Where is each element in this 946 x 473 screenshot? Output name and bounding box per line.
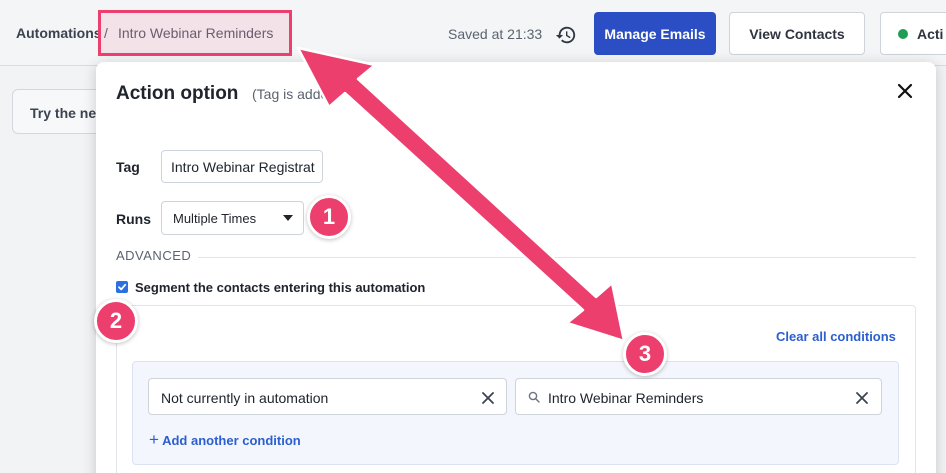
history-icon[interactable]: [555, 24, 577, 46]
add-another-condition-link[interactable]: + Add another condition: [149, 430, 301, 450]
saved-status: Saved at 21:33: [448, 26, 543, 42]
breadcrumb-root[interactable]: Automations: [16, 25, 102, 41]
condition-value-text: Intro Webinar Reminders: [548, 390, 704, 406]
plus-icon: +: [149, 430, 159, 449]
runs-label: Runs: [116, 211, 151, 227]
manage-emails-button[interactable]: Manage Emails: [594, 12, 716, 55]
advanced-heading: ADVANCED: [116, 248, 192, 263]
step-badge-1: 1: [307, 195, 351, 239]
view-contacts-button[interactable]: View Contacts: [729, 12, 865, 55]
active-status-button[interactable]: Acti: [880, 12, 946, 55]
status-dot-icon: [898, 29, 908, 39]
chevron-down-icon: [283, 215, 293, 221]
tag-label: Tag: [116, 159, 140, 175]
clear-field-icon[interactable]: [481, 391, 495, 405]
clear-value-icon[interactable]: [855, 391, 869, 405]
step-badge-2: 2: [94, 299, 138, 343]
tag-input[interactable]: [161, 150, 323, 183]
close-icon[interactable]: [895, 81, 915, 101]
clear-all-conditions-link[interactable]: Clear all conditions: [776, 329, 896, 344]
segment-label[interactable]: Segment the contacts entering this autom…: [135, 280, 425, 295]
breadcrumb-highlight-box: [98, 10, 292, 56]
runs-select-value: Multiple Times: [173, 211, 257, 226]
step-badge-3: 3: [623, 332, 667, 376]
condition-field-value: Not currently in automation: [161, 390, 329, 406]
add-condition-label: Add another condition: [162, 433, 301, 448]
search-icon: [528, 391, 540, 403]
segment-checkbox[interactable]: [116, 281, 128, 293]
modal-subtitle: (Tag is added: [252, 86, 337, 102]
check-icon: [118, 283, 127, 291]
modal-title: Action option: [116, 83, 239, 104]
banner-text: Try the ne: [30, 105, 97, 121]
advanced-divider: [198, 257, 916, 258]
